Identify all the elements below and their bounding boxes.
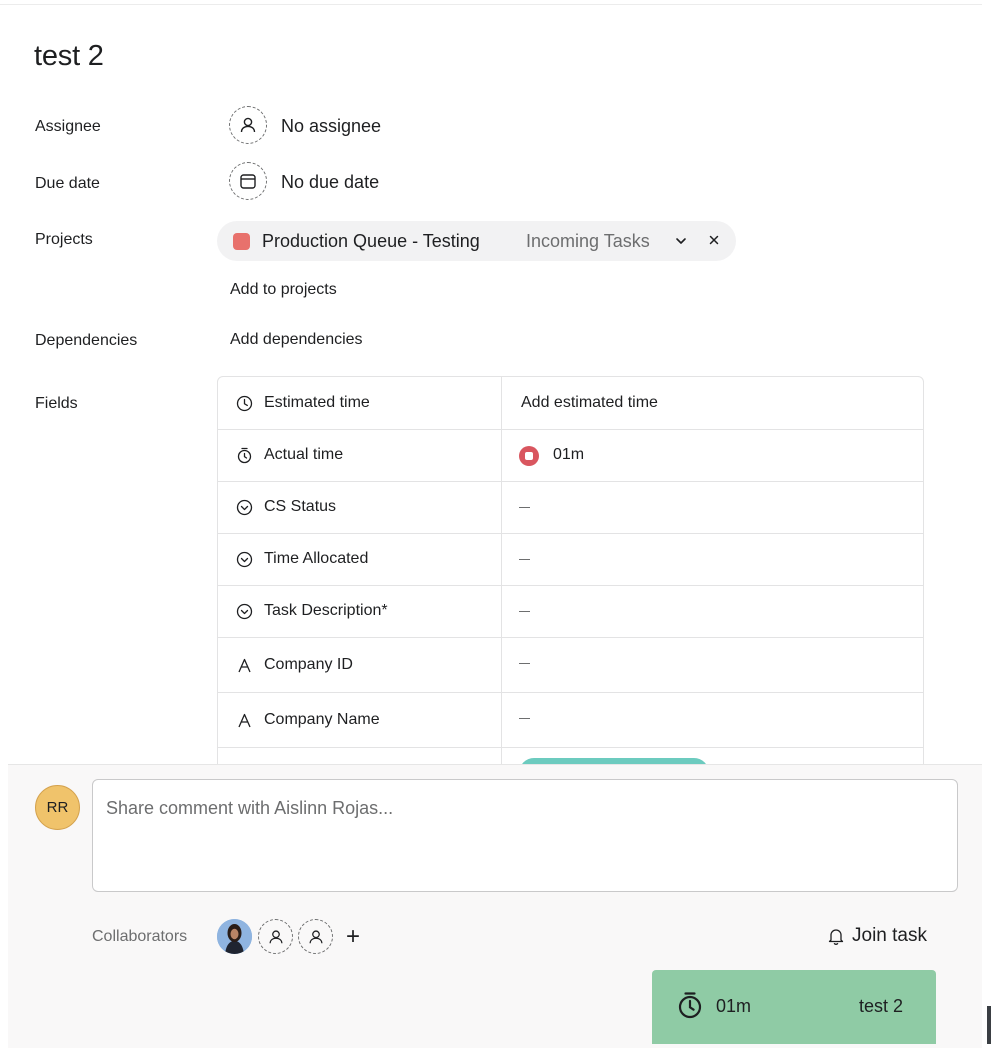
field-row-actual-time[interactable]: Actual time 01m	[218, 430, 923, 482]
join-task-label: Join task	[852, 925, 927, 946]
dropdown-circle-icon	[236, 551, 253, 568]
field-name: Task Description*	[264, 602, 388, 619]
field-row-company-name[interactable]: Company Name	[218, 693, 923, 748]
project-color-swatch	[233, 233, 250, 250]
add-collaborator-placeholder[interactable]	[258, 919, 293, 954]
user-icon	[309, 929, 322, 943]
field-name: Time Allocated	[264, 550, 369, 567]
empty-value-dash[interactable]	[519, 507, 530, 508]
dropdown-circle-icon	[236, 603, 253, 620]
chevron-down-icon[interactable]	[673, 233, 689, 249]
user-icon[interactable]	[229, 106, 267, 144]
clock-icon	[236, 395, 253, 412]
collaborators-label: Collaborators	[92, 928, 188, 945]
field-value[interactable]: Add estimated time	[521, 394, 658, 412]
empty-value-dash[interactable]	[519, 663, 530, 664]
due-date-label: Due date	[35, 175, 100, 192]
text-field-icon	[238, 713, 251, 728]
bell-icon	[828, 929, 844, 945]
field-name: Company ID	[264, 656, 353, 673]
user-icon	[269, 929, 282, 943]
add-collaborator-button[interactable]: +	[346, 923, 360, 951]
field-name: Estimated time	[264, 394, 370, 411]
add-dependencies-link[interactable]: Add dependencies	[230, 331, 363, 349]
field-value[interactable]: 01m	[553, 446, 584, 464]
stop-timer-button[interactable]	[519, 446, 539, 466]
projects-label: Projects	[35, 231, 93, 248]
field-name: Actual time	[264, 446, 344, 463]
field-name: Company Name	[264, 711, 380, 728]
timer-elapsed: 01m	[716, 996, 752, 1016]
timer-widget[interactable]: 01m test 2	[652, 970, 936, 1044]
field-name: CS Status	[264, 498, 337, 515]
timer-task-name: test 2	[859, 996, 904, 1016]
fields-label: Fields	[35, 395, 78, 412]
stopwatch-icon	[678, 992, 702, 1019]
window-edge	[987, 1006, 991, 1044]
dependencies-label: Dependencies	[35, 332, 138, 349]
avatar: RR	[35, 785, 80, 830]
join-task-button[interactable]: Join task	[826, 925, 927, 947]
assignee-label: Assignee	[35, 118, 101, 135]
dropdown-circle-icon	[236, 499, 253, 516]
add-collaborator-placeholder[interactable]	[298, 919, 333, 954]
text-field-icon	[238, 658, 251, 673]
top-divider	[0, 4, 982, 5]
close-icon[interactable]	[706, 232, 722, 248]
field-row-company-id[interactable]: Company ID	[218, 638, 923, 693]
field-row-time-allocated[interactable]: Time Allocated	[218, 534, 923, 586]
project-section-select[interactable]: Incoming Tasks	[526, 231, 650, 252]
empty-value-dash[interactable]	[519, 559, 530, 560]
field-row-estimated-time[interactable]: Estimated time Add estimated time	[218, 377, 923, 430]
stopwatch-icon	[237, 447, 252, 464]
project-name[interactable]: Production Queue - Testing	[262, 231, 480, 252]
field-row-cs-status[interactable]: CS Status	[218, 482, 923, 534]
assignee-value[interactable]: No assignee	[281, 116, 381, 137]
add-to-projects-link[interactable]: Add to projects	[230, 281, 337, 299]
task-title[interactable]: test 2	[34, 40, 104, 73]
custom-fields-table: Estimated time Add estimated time Actual…	[217, 376, 924, 796]
collaborator-avatar[interactable]	[217, 919, 252, 954]
comment-input[interactable]: Share comment with Aislinn Rojas...	[92, 779, 958, 892]
field-row-task-description[interactable]: Task Description*	[218, 586, 923, 638]
empty-value-dash[interactable]	[519, 718, 530, 719]
calendar-icon[interactable]	[229, 162, 267, 200]
project-pill[interactable]: Production Queue - Testing Incoming Task…	[217, 221, 736, 261]
due-date-value[interactable]: No due date	[281, 172, 379, 193]
empty-value-dash[interactable]	[519, 611, 530, 612]
